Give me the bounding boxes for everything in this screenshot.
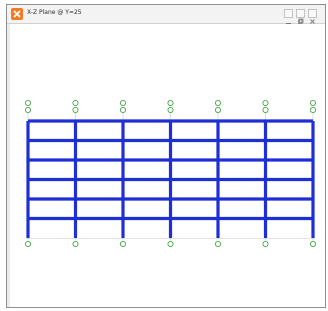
grid-bubble-top[interactable] (120, 100, 127, 107)
grid-bubble-top[interactable] (167, 100, 174, 107)
grid-bubble-bottom[interactable] (72, 240, 79, 247)
grid-bubble-top-second[interactable] (24, 107, 31, 114)
restore-button[interactable] (296, 9, 305, 24)
grid-bubble-bottom[interactable] (24, 240, 31, 247)
grid-bubble-top-second[interactable] (167, 107, 174, 114)
minimize-button[interactable] (284, 9, 293, 24)
grid-bubble-top-second[interactable] (72, 107, 79, 114)
grid-bubble-top-second[interactable] (120, 107, 127, 114)
grid-bubble-top[interactable] (24, 100, 31, 107)
grid-bubble-top[interactable] (214, 100, 221, 107)
grid-bubble-top[interactable] (72, 100, 79, 107)
window-title: X-Z Plane @ Y=25 (27, 9, 82, 16)
grid-bubble-bottom[interactable] (309, 240, 316, 247)
model-canvas[interactable] (7, 24, 325, 307)
grid-bubble-top-second[interactable] (309, 107, 316, 114)
grid-bubble-bottom[interactable] (167, 240, 174, 247)
grid-bubble-bottom[interactable] (120, 240, 127, 247)
grid-bubble-top-second[interactable] (214, 107, 221, 114)
grid-bubble-top[interactable] (309, 100, 316, 107)
grid-bubble-bottom[interactable] (214, 240, 221, 247)
grid-bubble-top[interactable] (262, 100, 269, 107)
grid-bubble-bottom[interactable] (262, 240, 269, 247)
app-logo-icon (11, 8, 23, 20)
close-button[interactable] (308, 9, 317, 24)
grid-bubble-top-second[interactable] (262, 107, 269, 114)
title-bar[interactable]: X-Z Plane @ Y=25 (7, 5, 325, 24)
plane-view-window: X-Z Plane @ Y=25 (6, 4, 326, 308)
